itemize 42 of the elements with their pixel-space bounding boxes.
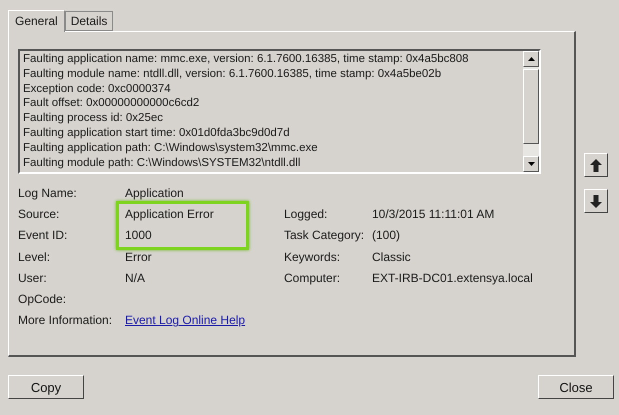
- description-line: Exception code: 0xc0000374: [23, 82, 172, 96]
- field-label: Event ID:: [18, 228, 68, 242]
- scroll-down-icon[interactable]: [528, 162, 534, 166]
- close-button[interactable]: Close: [538, 375, 614, 399]
- field-value: 10/3/2015 11:11:01 AM: [372, 206, 496, 221]
- field-value: (100): [372, 228, 402, 242]
- field-label: Source:: [18, 206, 60, 221]
- tab[interactable]: Details: [64, 11, 114, 31]
- description-line: Fault offset: 0x00000000000c6cd2: [23, 96, 200, 112]
- field-value: Error: [125, 250, 153, 264]
- description-line: Faulting application start time: 0x01d0fda3bc9d0d7d: [23, 126, 291, 141]
- field-value: 1000: [125, 228, 153, 242]
- copy-button[interactable]: Copy: [8, 375, 84, 399]
- tab[interactable]: General: [8, 10, 65, 32]
- down-arrow-icon: [590, 194, 602, 208]
- field-label: User:: [18, 270, 48, 285]
- scrollbar[interactable]: [523, 51, 539, 172]
- field-label: Logged:: [284, 206, 328, 221]
- description-box[interactable]: [18, 49, 541, 174]
- field-value: Application Error: [125, 206, 215, 221]
- field-value: Application: [125, 186, 185, 200]
- field-value: EXT-IRB-DC01.extensya.local: [372, 270, 534, 285]
- previous-button[interactable]: [584, 153, 608, 177]
- field-label: Log Name:: [18, 186, 78, 200]
- field-label: Keywords:: [284, 250, 342, 264]
- help-link[interactable]: Event Log Online Help: [125, 313, 284, 328]
- description-line: Faulting module path: C:\Windows\SYSTEM32\ntdll.dll: [23, 156, 302, 170]
- field-label: More Information:: [18, 313, 114, 328]
- field-label: Task Category:: [284, 228, 366, 242]
- description-line: Faulting module name: ntdll.dll, version: 6.1.7600.16385, time stamp: 0x4a5be02b: [23, 66, 442, 82]
- description-line: Faulting process id: 0x25ec: [23, 111, 164, 126]
- up-arrow-icon: [590, 158, 602, 172]
- scroll-up-icon[interactable]: [528, 57, 534, 61]
- field-label: Level:: [18, 250, 52, 264]
- scroll-thumb[interactable]: [523, 69, 539, 144]
- description-line: Faulting application path: C:\Windows\system32\mmc.exe: [23, 140, 319, 156]
- next-button[interactable]: [584, 189, 608, 213]
- field-value: Classic: [372, 250, 412, 264]
- field-value: N/A: [125, 270, 146, 285]
- description-line: Faulting application name: mmc.exe, version: 6.1.7600.16385, time stamp: 0x4a5bc808: [23, 52, 470, 67]
- field-label: Computer:: [284, 270, 342, 285]
- field-label: OpCode:: [18, 292, 68, 306]
